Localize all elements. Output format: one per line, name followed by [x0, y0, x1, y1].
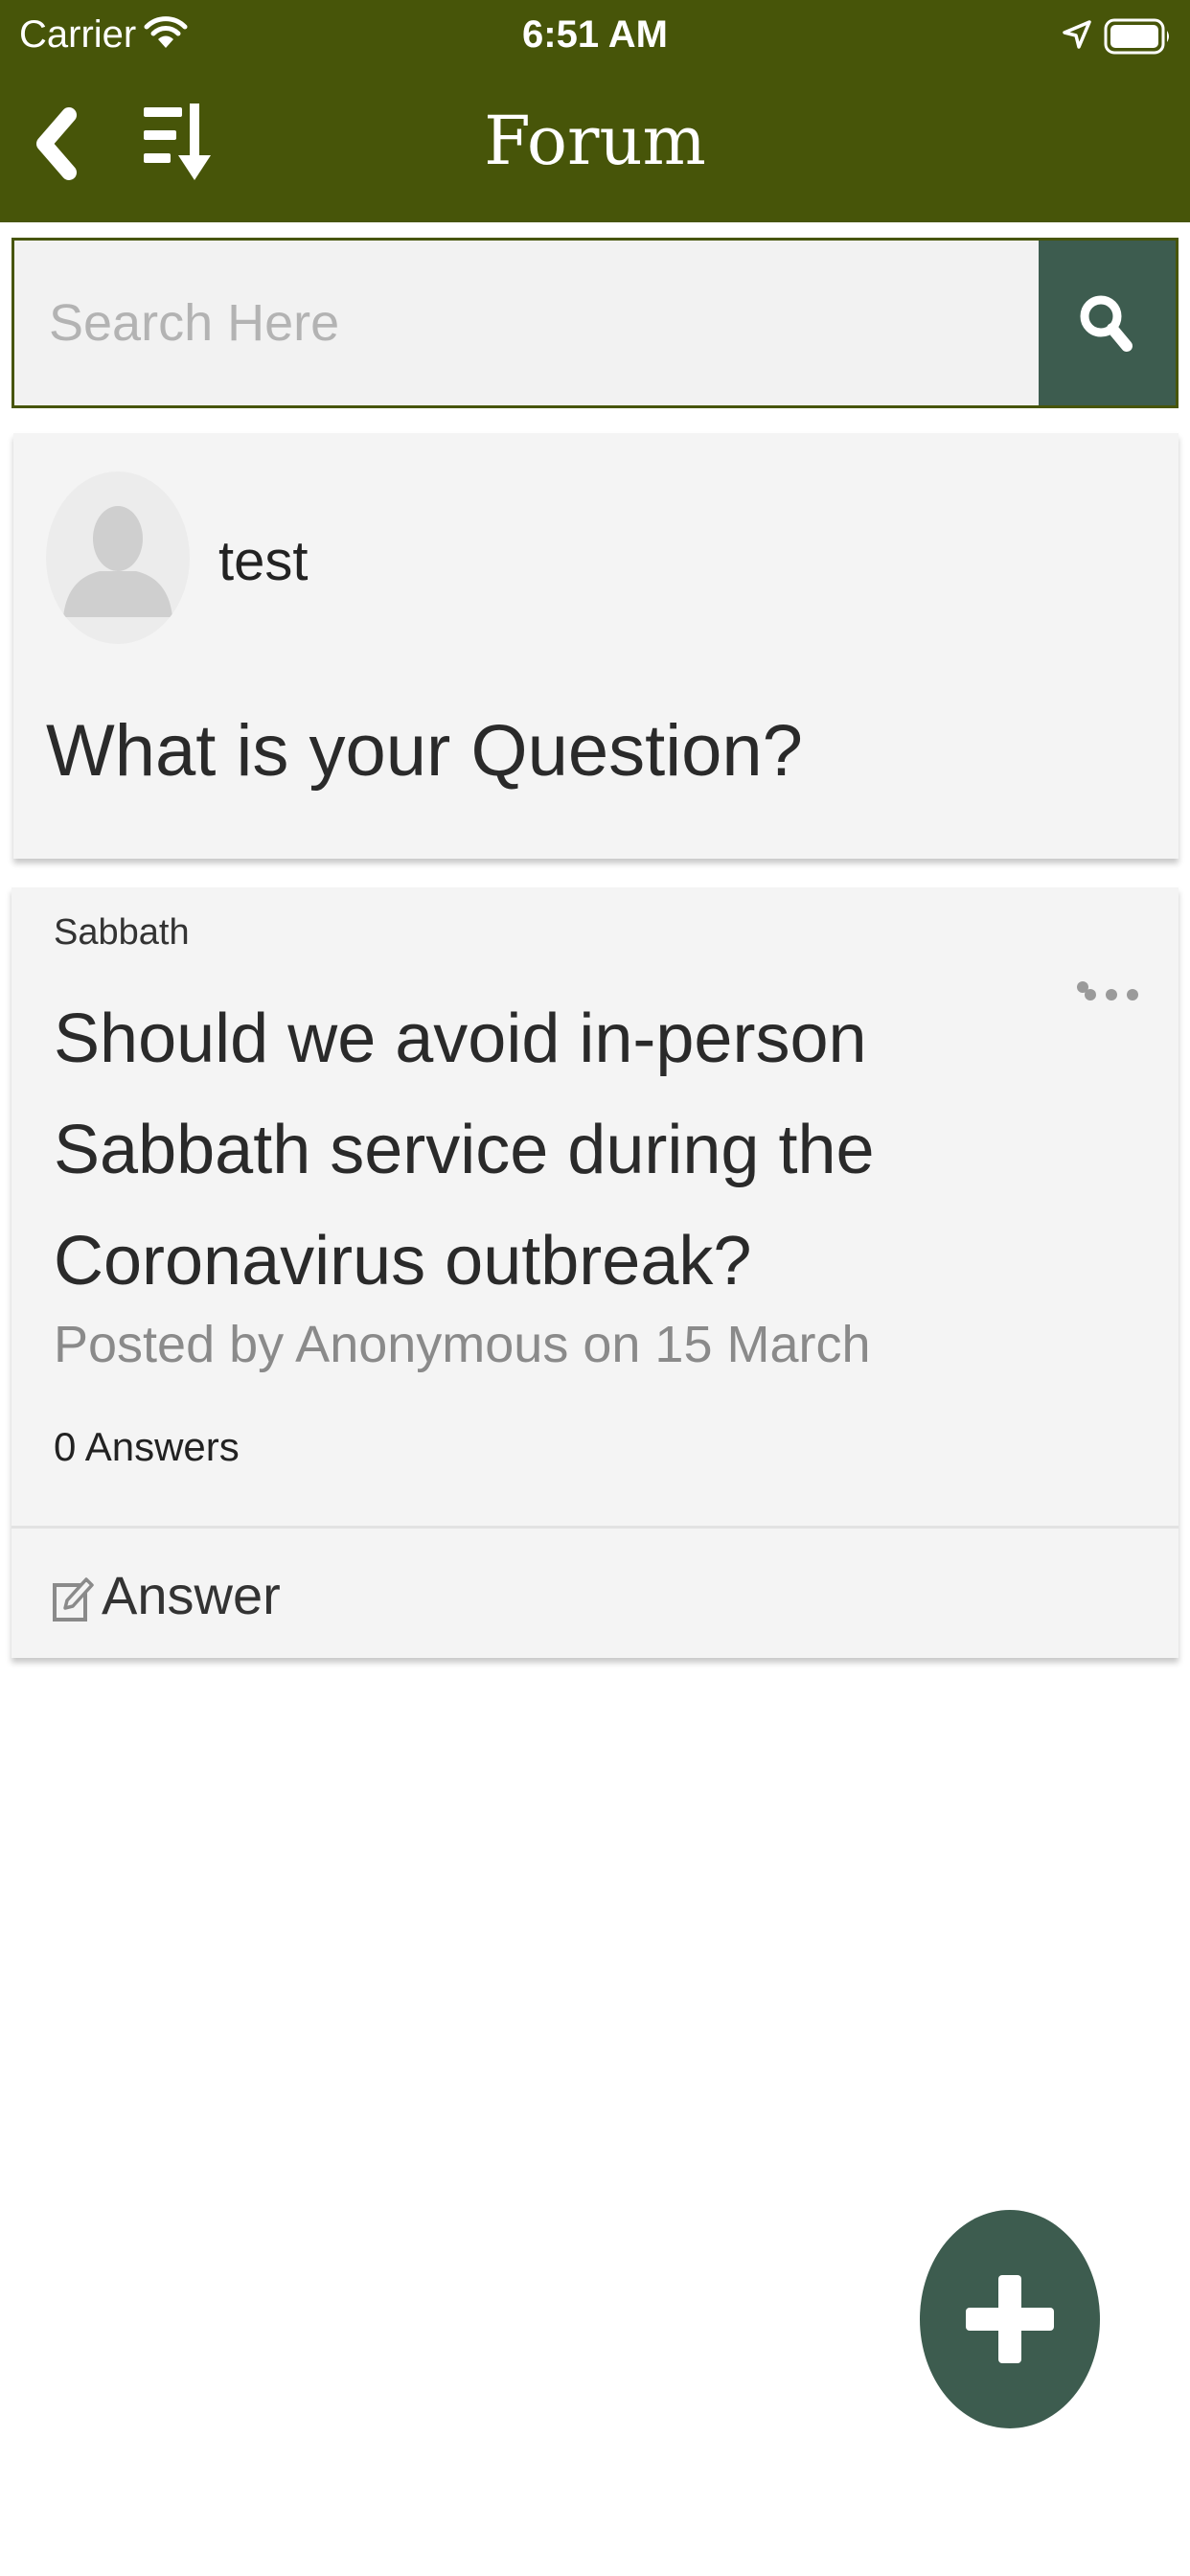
app-header: Carrier 6:51 AM Forum: [0, 0, 1190, 222]
more-options-button[interactable]: [1077, 974, 1146, 1002]
ask-question-card[interactable]: test What is your Question?: [13, 433, 1179, 859]
page-title: Forum: [484, 102, 706, 180]
more-horizontal-icon: [1077, 981, 1138, 1000]
avatar: [46, 472, 190, 644]
location-arrow-icon: [1062, 19, 1092, 55]
status-time: 6:51 AM: [522, 13, 668, 56]
post-title[interactable]: Should we avoid in-person Sabbath servic…: [54, 983, 1050, 1317]
status-bar: Carrier 6:51 AM: [0, 0, 1190, 73]
default-avatar-icon: [46, 506, 190, 644]
search-button[interactable]: [1039, 241, 1176, 405]
username: test: [218, 530, 309, 592]
answers-count[interactable]: 0 Answers: [54, 1424, 240, 1470]
post-category: Sabbath: [54, 912, 190, 953]
battery-icon: [1104, 17, 1173, 60]
pencil-square-icon: [52, 1574, 94, 1628]
forum-post-card[interactable]: Sabbath Should we avoid in-person Sabbat…: [11, 887, 1179, 1658]
add-post-button[interactable]: [920, 2210, 1100, 2428]
answer-label: Answer: [102, 1565, 281, 1625]
search-input[interactable]: [14, 241, 1041, 405]
post-meta: Posted by Anonymous on 15 March: [54, 1316, 871, 1373]
search-bar: [11, 238, 1179, 408]
ask-question-prompt: What is your Question?: [46, 710, 803, 792]
divider: [11, 1526, 1179, 1529]
